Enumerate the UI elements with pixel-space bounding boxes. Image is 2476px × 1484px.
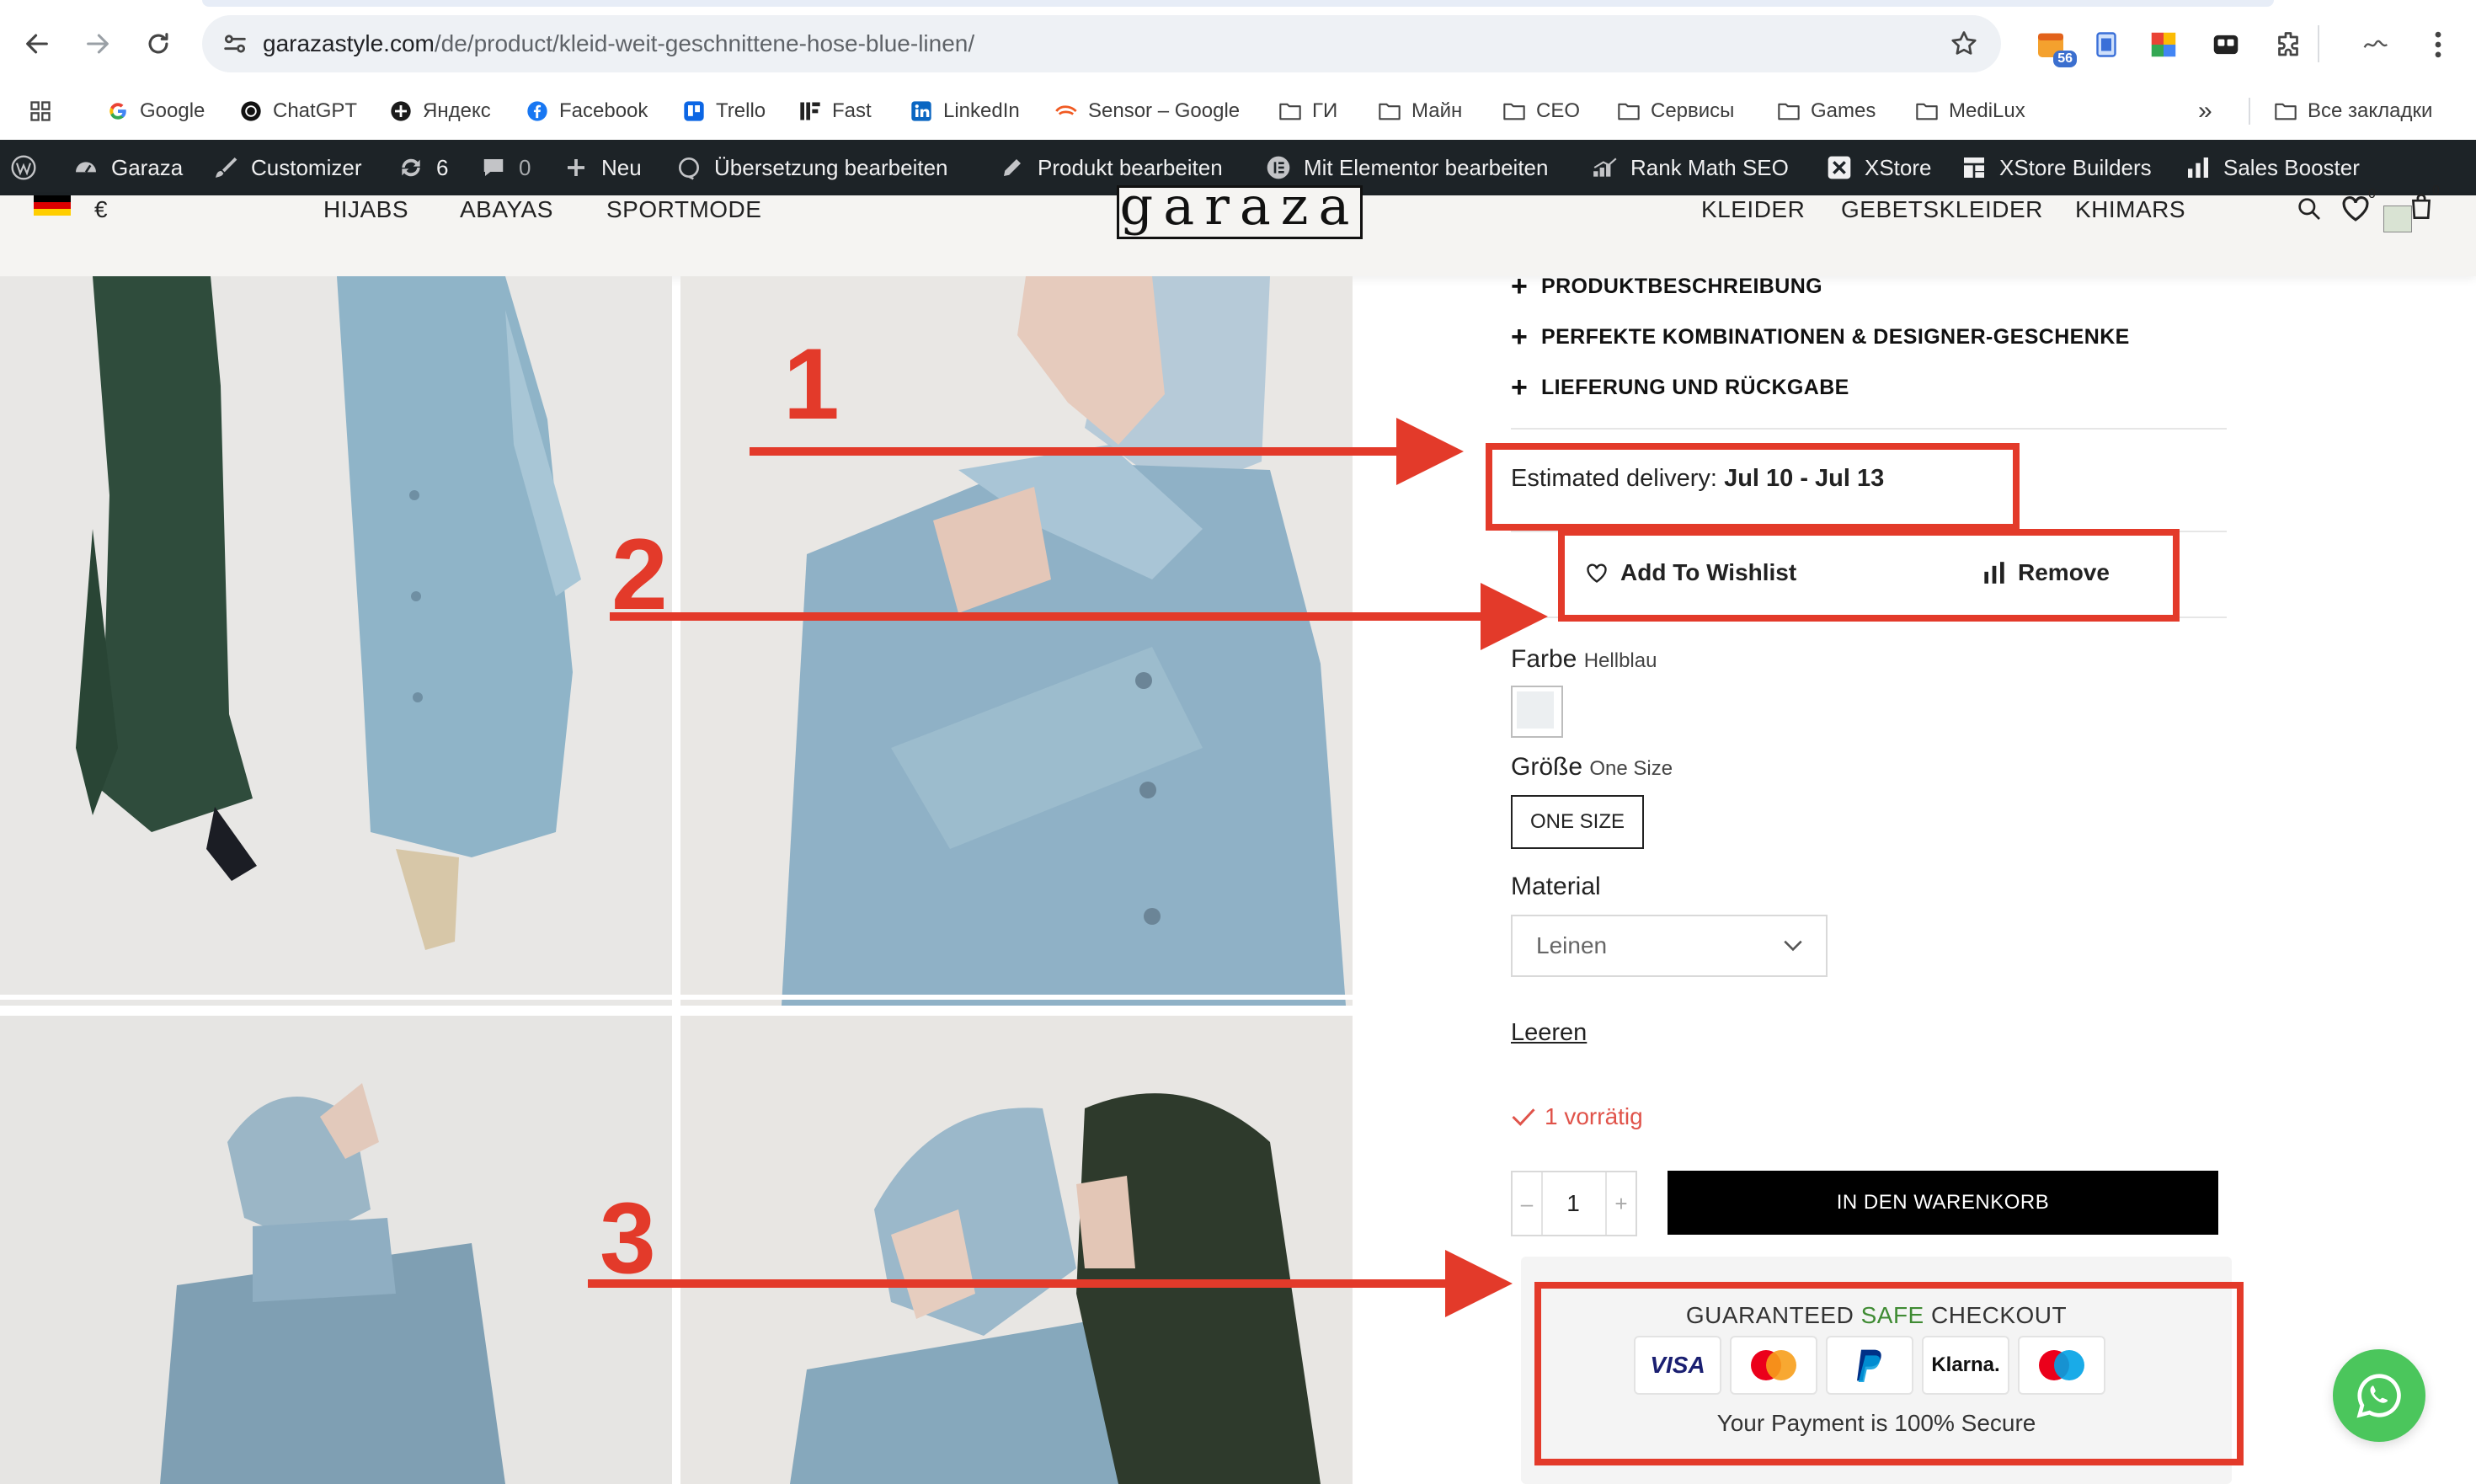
annotation-box-2 bbox=[1558, 529, 2180, 622]
annotation-number-1: 1 bbox=[783, 328, 840, 440]
annotation-number-2: 2 bbox=[611, 518, 668, 631]
annotation-number-3: 3 bbox=[600, 1182, 656, 1294]
annotation-arrows bbox=[588, 418, 1548, 1317]
whatsapp-icon bbox=[2356, 1374, 2401, 1418]
annotation-box-3 bbox=[1534, 1282, 2244, 1465]
whatsapp-chat-button[interactable] bbox=[2333, 1349, 2425, 1442]
annotation-box-1 bbox=[1486, 443, 2020, 531]
